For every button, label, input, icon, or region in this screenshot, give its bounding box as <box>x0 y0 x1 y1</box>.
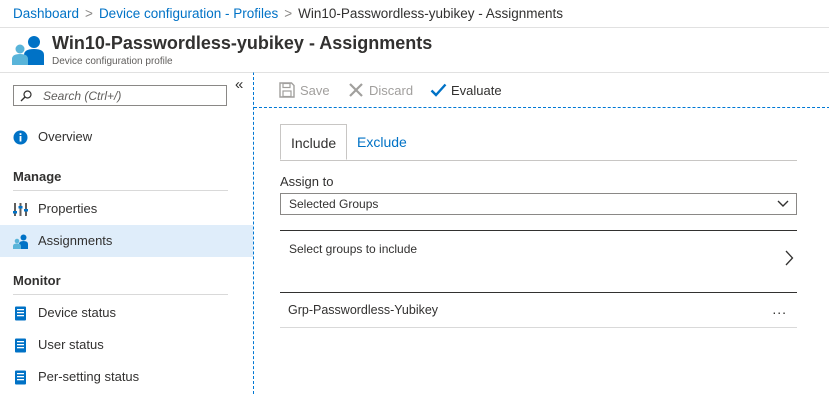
sidebar-item-label: Properties <box>38 201 98 216</box>
assignments-people-icon <box>12 36 44 65</box>
assignments-icon <box>13 234 28 249</box>
assign-to-label: Assign to <box>280 174 334 189</box>
report-icon <box>15 306 26 321</box>
discard-label: Discard <box>369 83 414 98</box>
chevron-right-icon <box>785 250 794 266</box>
search-input[interactable]: Search (Ctrl+/) <box>13 85 227 106</box>
more-options-button[interactable]: ... <box>772 301 787 317</box>
sidebar-item-label: User status <box>38 337 104 352</box>
select-groups-label: Select groups to include <box>289 242 418 256</box>
resource-menu: « Search (Ctrl+/) Overview Manage Proper… <box>0 72 253 394</box>
section-divider <box>13 294 228 295</box>
assignment-tabs: Include Exclude <box>280 124 797 161</box>
section-header-monitor: Monitor <box>13 273 61 288</box>
search-icon <box>20 90 32 102</box>
close-icon <box>349 83 363 97</box>
page-subtitle: Device configuration profile <box>52 56 173 67</box>
collapse-menu-button[interactable]: « <box>235 77 243 92</box>
save-button[interactable]: Save <box>279 82 331 100</box>
evaluate-label: Evaluate <box>451 83 502 98</box>
table-row[interactable]: Grp-Passwordless-Yubikey ... <box>280 291 797 328</box>
save-icon <box>279 82 295 98</box>
sidebar-item-label: Overview <box>38 129 93 144</box>
assign-to-dropdown[interactable]: Selected Groups <box>280 193 797 215</box>
discard-button[interactable]: Discard <box>348 82 418 100</box>
search-placeholder: Search (Ctrl+/) <box>43 89 122 103</box>
select-groups-picker[interactable]: Select groups to include <box>280 230 797 293</box>
breadcrumb-link-profiles[interactable]: Device configuration - Profiles <box>99 6 278 21</box>
command-bar: Save Discard Evaluate <box>254 73 829 108</box>
sidebar-item-per-setting-status[interactable]: Per-setting status <box>0 361 253 393</box>
evaluate-button[interactable]: Evaluate <box>430 82 510 100</box>
sidebar-item-label: Assignments <box>38 233 113 248</box>
sidebar-item-assignments[interactable]: Assignments <box>0 225 253 257</box>
report-icon <box>15 370 26 385</box>
info-icon <box>13 130 28 145</box>
report-icon <box>15 338 26 353</box>
chevron-down-icon <box>777 200 789 207</box>
section-divider <box>13 190 228 191</box>
tab-exclude[interactable]: Exclude <box>347 124 417 160</box>
sidebar-item-label: Per-setting status <box>38 369 140 384</box>
blade-header: Win10-Passwordless-yubikey - Assignments… <box>0 27 829 72</box>
tab-include[interactable]: Include <box>280 124 347 160</box>
checkmark-icon <box>430 83 447 97</box>
content-pane: Save Discard Evaluate Include Exclude As… <box>253 72 829 394</box>
sidebar-item-device-status[interactable]: Device status <box>0 297 253 329</box>
page-title: Win10-Passwordless-yubikey - Assignments <box>52 33 433 53</box>
breadcrumb-separator: > <box>85 6 93 21</box>
section-header-manage: Manage <box>13 169 62 184</box>
breadcrumb: Dashboard > Device configuration - Profile… <box>13 6 563 21</box>
sidebar-item-label: Device status <box>38 305 117 320</box>
tab-include-label: Include <box>291 135 337 151</box>
group-name: Grp-Passwordless-Yubikey <box>288 303 439 317</box>
save-label: Save <box>300 83 330 98</box>
tab-exclude-label: Exclude <box>357 134 407 150</box>
properties-icon <box>13 203 28 216</box>
assign-to-selected-value: Selected Groups <box>289 197 379 211</box>
sidebar-item-overview[interactable]: Overview <box>0 121 253 153</box>
sidebar-item-user-status[interactable]: User status <box>0 329 253 361</box>
breadcrumb-separator: > <box>284 6 293 21</box>
sidebar-item-properties[interactable]: Properties <box>0 193 253 225</box>
breadcrumb-link-dashboard[interactable]: Dashboard <box>13 6 79 21</box>
breadcrumb-current: Win10-Passwordless-yubikey - Assignments <box>298 6 564 21</box>
